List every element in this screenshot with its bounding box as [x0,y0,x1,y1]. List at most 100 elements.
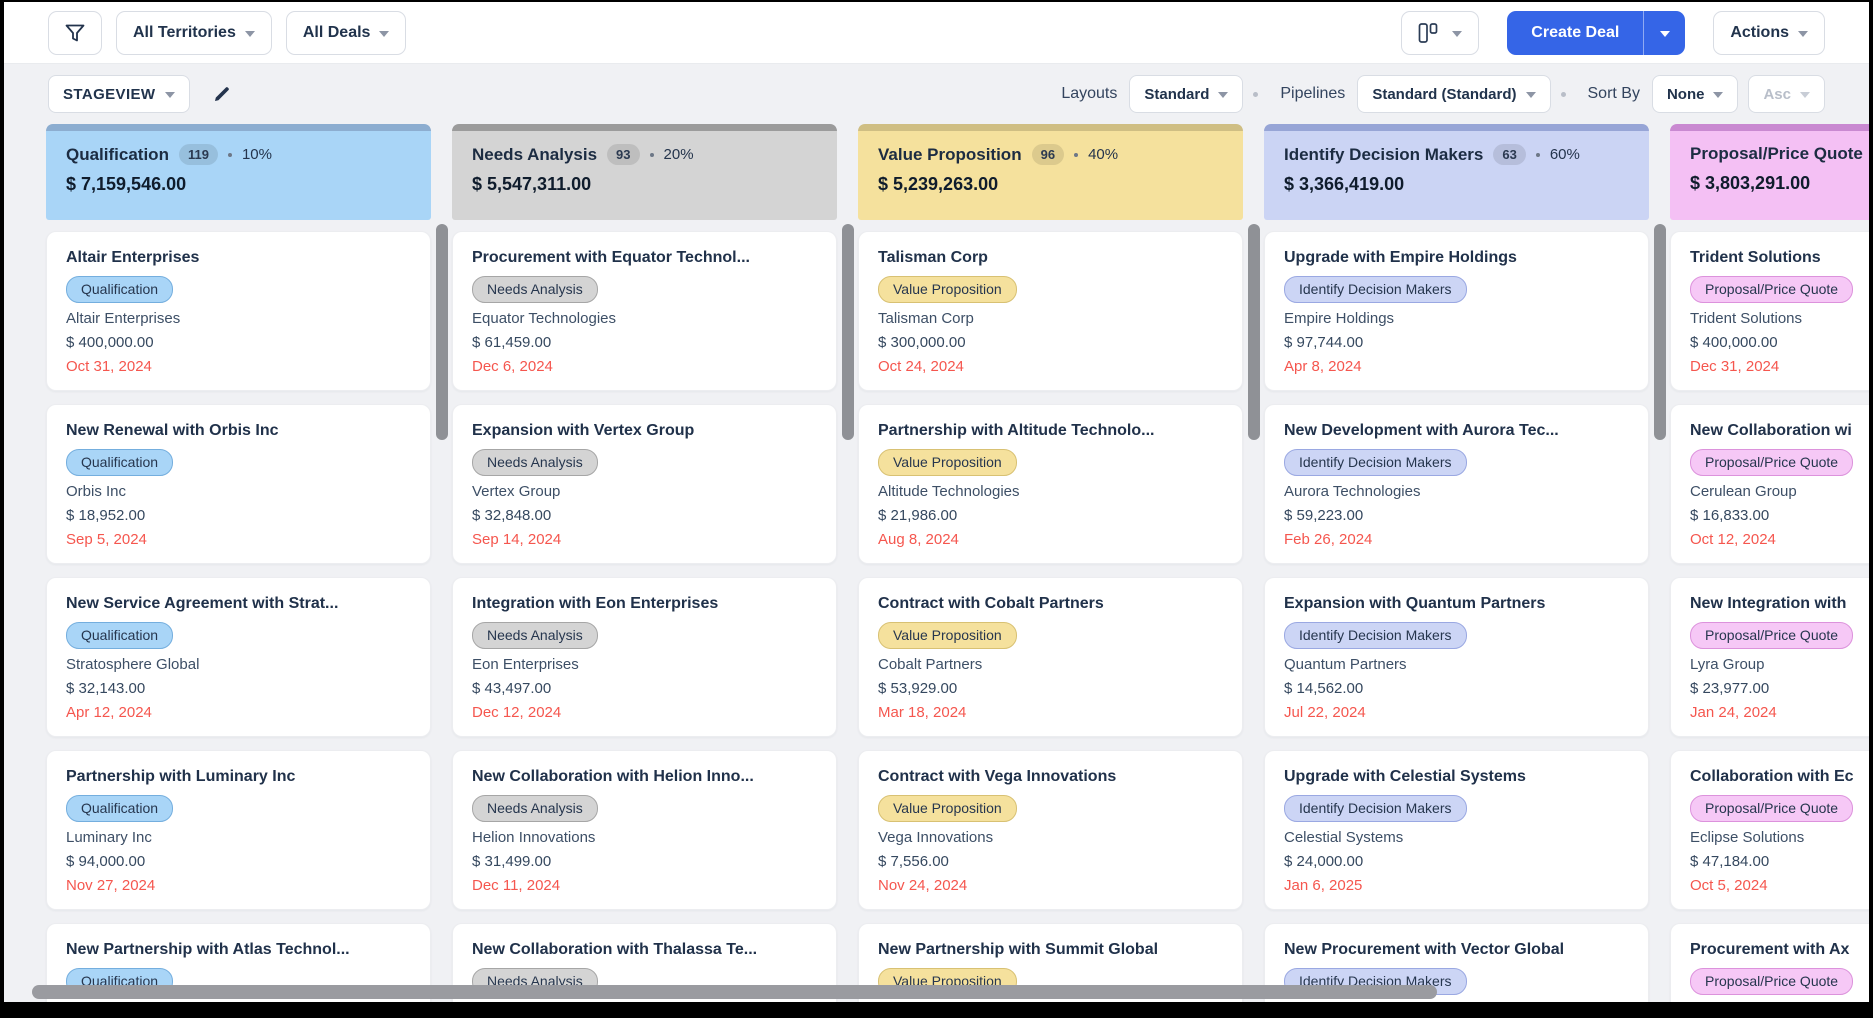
pipeline-stage-column: Proposal/Price Quote $ 3,803,291.00 Trid… [1670,124,1869,1002]
deal-card[interactable]: Collaboration with Ec Proposal/Price Quo… [1670,750,1869,910]
layouts-value: Standard [1144,86,1209,103]
create-deal-menu-button[interactable] [1643,11,1685,55]
closing-date: Oct 12, 2024 [1690,531,1869,548]
column-scrollbar[interactable] [1654,224,1666,440]
stage-probability: 40% [1088,146,1118,163]
sortby-value: None [1667,86,1705,103]
column-scrollbar[interactable] [436,224,448,440]
stage-badge: Proposal/Price Quote [1690,968,1853,995]
chevron-down-icon [245,31,255,37]
stage-probability: 20% [664,146,694,163]
deal-card[interactable]: Expansion with Vertex Group Needs Analys… [452,404,837,564]
territory-filter-label: All Territories [133,24,236,42]
deal-card[interactable]: Contract with Cobalt Partners Value Prop… [858,577,1243,737]
filter-button[interactable] [48,11,102,55]
closing-date: Sep 14, 2024 [472,531,817,548]
deal-card[interactable]: Partnership with Luminary Inc Qualificat… [46,750,431,910]
stage-name: Needs Analysis [472,145,597,165]
deal-amount: $ 32,143.00 [66,680,411,697]
stage-badge: Identify Decision Makers [1284,795,1467,822]
stage-badge: Proposal/Price Quote [1690,795,1853,822]
closing-date: Jan 6, 2025 [1284,877,1629,894]
deal-amount: $ 23,977.00 [1690,680,1869,697]
deal-amount: $ 97,744.00 [1284,334,1629,351]
layouts-dropdown[interactable]: Standard [1129,75,1243,113]
deal-card[interactable]: Contract with Vega Innovations Value Pro… [858,750,1243,910]
layouts-label: Layouts [1061,85,1117,103]
deal-card[interactable]: Altair Enterprises Qualification Altair … [46,231,431,391]
horizontal-scrollbar[interactable] [32,985,1437,999]
deal-card[interactable]: New Renewal with Orbis Inc Qualification… [46,404,431,564]
closing-date: Oct 5, 2024 [1690,877,1869,894]
deal-card[interactable]: New Collaboration with Helion Inno... Ne… [452,750,837,910]
stage-badge: Needs Analysis [472,795,598,822]
stage-column-header: Identify Decision Makers 63 60% $ 3,366,… [1264,131,1649,220]
stage-badge: Qualification [66,276,173,303]
account-name: Cobalt Partners [878,656,1223,673]
deal-card[interactable]: Upgrade with Celestial Systems Identify … [1264,750,1649,910]
deal-count-badge: 63 [1493,144,1525,165]
kanban-board: Qualification 119 10% $ 7,159,546.00 Alt… [4,124,1869,1002]
pipelines-dropdown[interactable]: Standard (Standard) [1357,75,1550,113]
actions-dropdown[interactable]: Actions [1713,11,1825,55]
deal-amount: $ 24,000.00 [1284,853,1629,870]
stage-card-list: Upgrade with Empire Holdings Identify De… [1264,231,1649,1002]
create-deal-button[interactable]: Create Deal [1507,11,1643,55]
deal-title: Expansion with Quantum Partners [1284,595,1629,613]
pipeline-stage-column: Value Proposition 96 40% $ 5,239,263.00 … [858,124,1243,1002]
account-name: Altair Enterprises [66,310,411,327]
deal-card[interactable]: Talisman Corp Value Proposition Talisman… [858,231,1243,391]
deal-filter-dropdown[interactable]: All Deals [286,11,407,55]
deal-title: New Development with Aurora Tec... [1284,422,1629,440]
deal-amount: $ 16,833.00 [1690,507,1869,524]
stage-badge: Proposal/Price Quote [1690,449,1853,476]
chevron-down-icon [1798,31,1808,37]
column-scrollbar[interactable] [842,224,854,440]
territory-filter-dropdown[interactable]: All Territories [116,11,272,55]
account-name: Vertex Group [472,483,817,500]
deal-card[interactable]: Integration with Eon Enterprises Needs A… [452,577,837,737]
sort-direction-value: Asc [1763,86,1791,103]
deal-title: New Partnership with Summit Global [878,941,1223,959]
sort-direction-dropdown[interactable]: Asc [1748,75,1825,113]
view-name-dropdown[interactable]: STAGEVIEW [48,75,190,113]
stage-column-header: Qualification 119 10% $ 7,159,546.00 [46,131,431,220]
column-scrollbar[interactable] [1248,224,1260,440]
stage-name: Value Proposition [878,145,1022,165]
deal-title: New Collaboration with Helion Inno... [472,768,817,786]
deal-card[interactable]: Trident Solutions Proposal/Price Quote T… [1670,231,1869,391]
edit-view-button[interactable] [212,84,232,104]
stage-color-strip [858,124,1243,131]
stage-total-amount: $ 5,239,263.00 [878,174,1223,195]
deal-count-badge: 93 [607,144,639,165]
deal-title: New Renewal with Orbis Inc [66,422,411,440]
account-name: Eon Enterprises [472,656,817,673]
stage-card-list: Altair Enterprises Qualification Altair … [46,231,431,1002]
sortby-label: Sort By [1588,85,1640,103]
closing-date: Dec 6, 2024 [472,358,817,375]
account-name: Altitude Technologies [878,483,1223,500]
deal-card[interactable]: Expansion with Quantum Partners Identify… [1264,577,1649,737]
deal-card[interactable]: Upgrade with Empire Holdings Identify De… [1264,231,1649,391]
view-switcher-dropdown[interactable] [1401,11,1479,55]
pipelines-label: Pipelines [1280,85,1345,103]
sortby-dropdown[interactable]: None [1652,75,1739,113]
funnel-icon [64,22,86,44]
deal-card[interactable]: New Integration with Proposal/Price Quot… [1670,577,1869,737]
deal-card[interactable]: New Collaboration wi Proposal/Price Quot… [1670,404,1869,564]
separator-dot [228,153,232,157]
closing-date: Jan 24, 2024 [1690,704,1869,721]
deal-card[interactable]: New Service Agreement with Strat... Qual… [46,577,431,737]
deal-card[interactable]: Partnership with Altitude Technolo... Va… [858,404,1243,564]
deal-title: New Procurement with Vector Global [1284,941,1629,959]
deal-card[interactable]: New Development with Aurora Tec... Ident… [1264,404,1649,564]
deal-card[interactable]: Procurement with Ax Proposal/Price Quote… [1670,923,1869,1002]
view-name-label: STAGEVIEW [63,86,156,103]
closing-date: Apr 8, 2024 [1284,358,1629,375]
stage-badge: Needs Analysis [472,622,598,649]
deal-amount: $ 31,499.00 [472,853,817,870]
stage-column-header: Needs Analysis 93 20% $ 5,547,311.00 [452,131,837,220]
stage-color-strip [1264,124,1649,131]
deal-title: New Service Agreement with Strat... [66,595,411,613]
deal-card[interactable]: Procurement with Equator Technol... Need… [452,231,837,391]
